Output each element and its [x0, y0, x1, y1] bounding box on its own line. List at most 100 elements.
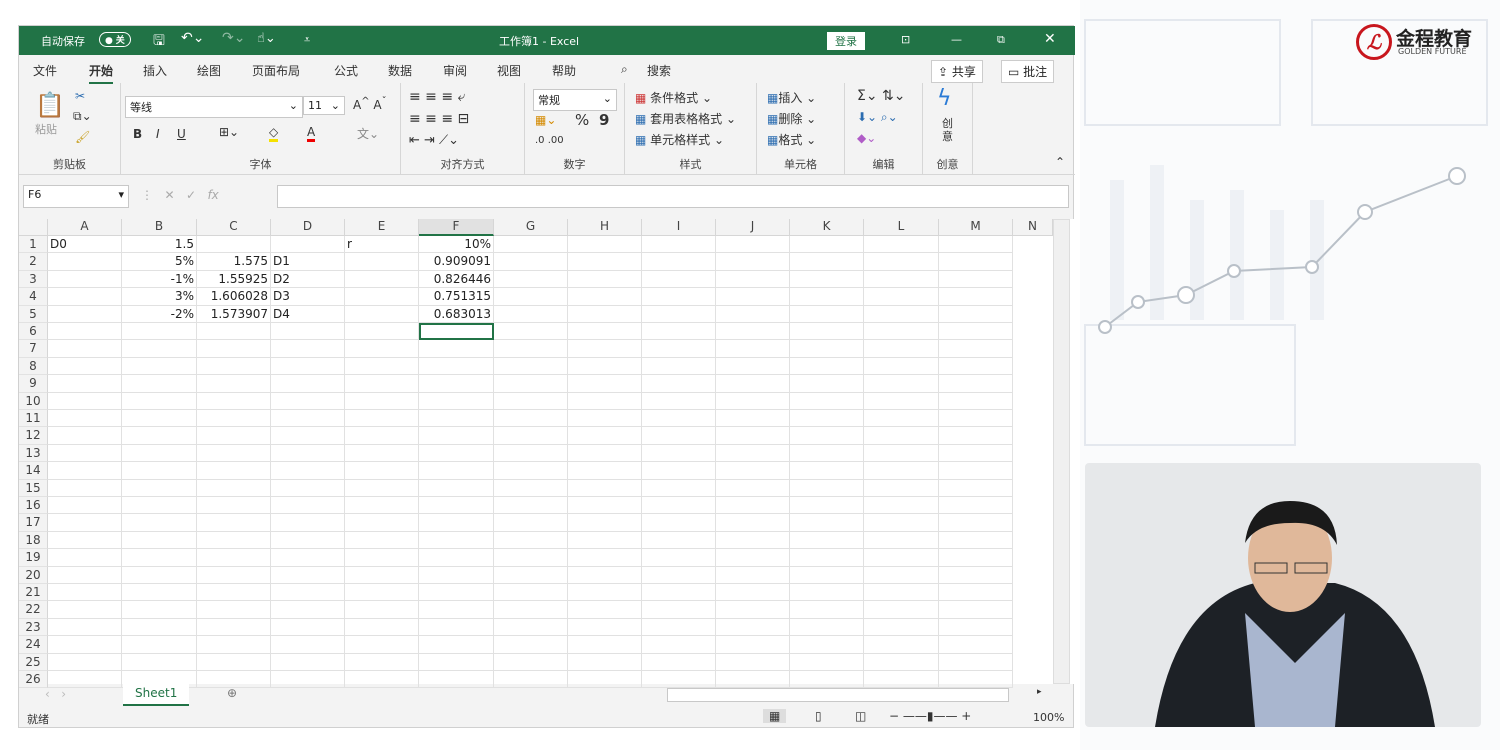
cell[interactable] — [568, 236, 642, 254]
cell[interactable] — [48, 636, 122, 654]
cell[interactable] — [642, 288, 716, 306]
cell[interactable] — [197, 236, 271, 254]
bold-button[interactable]: B — [133, 127, 142, 141]
cell[interactable] — [48, 444, 122, 463]
cell[interactable] — [790, 340, 864, 358]
cell[interactable] — [419, 601, 494, 619]
cell[interactable] — [642, 305, 716, 323]
cell[interactable] — [864, 392, 939, 410]
delete-cells-button[interactable]: ▦删除 ⌄ — [767, 110, 816, 127]
column-header[interactable]: C — [197, 219, 271, 236]
cell[interactable]: 1.606028 — [197, 288, 271, 306]
cell[interactable] — [939, 253, 1013, 271]
row-header[interactable]: 25 — [19, 653, 48, 671]
column-header[interactable]: B — [122, 219, 197, 236]
ideas-button[interactable]: 创意 — [942, 117, 954, 143]
cell[interactable]: -2% — [122, 305, 197, 323]
cell[interactable] — [419, 653, 494, 671]
cell[interactable] — [122, 323, 197, 341]
cell[interactable] — [568, 653, 642, 671]
cell[interactable] — [642, 531, 716, 550]
cell[interactable] — [939, 305, 1013, 323]
cell[interactable] — [494, 636, 568, 654]
cell[interactable] — [568, 375, 642, 393]
cell[interactable] — [939, 653, 1013, 671]
cell[interactable]: 1.575 — [197, 253, 271, 271]
increase-font-icon[interactable]: A^ Aˇ — [353, 96, 387, 112]
cell[interactable] — [864, 497, 939, 515]
cell[interactable] — [271, 636, 345, 654]
cell[interactable] — [494, 497, 568, 515]
cell[interactable] — [494, 531, 568, 550]
cell[interactable] — [864, 253, 939, 271]
tab-page-layout[interactable]: 页面布局 — [252, 62, 300, 79]
row-header[interactable]: 5 — [19, 305, 48, 323]
cell[interactable] — [271, 340, 345, 358]
cell[interactable] — [642, 479, 716, 497]
cell[interactable] — [568, 462, 642, 480]
cell[interactable] — [419, 479, 494, 497]
cell[interactable] — [864, 323, 939, 341]
cell[interactable] — [271, 497, 345, 515]
cell[interactable] — [494, 236, 568, 254]
cell[interactable] — [716, 636, 790, 654]
cell[interactable] — [271, 479, 345, 497]
sheet-tab[interactable]: Sheet1 — [123, 684, 190, 706]
cell[interactable] — [790, 375, 864, 393]
cell[interactable] — [48, 357, 122, 376]
cell[interactable] — [716, 549, 790, 567]
decimal-icons[interactable]: .0 .00 — [535, 135, 564, 146]
cell[interactable] — [345, 479, 419, 497]
cell[interactable] — [568, 253, 642, 271]
cell[interactable] — [642, 340, 716, 358]
cell[interactable] — [271, 375, 345, 393]
cell[interactable] — [864, 410, 939, 428]
cell[interactable] — [197, 392, 271, 410]
cell[interactable] — [197, 444, 271, 463]
cell[interactable] — [716, 618, 790, 637]
cell[interactable] — [790, 566, 864, 584]
tab-file[interactable]: 文件 — [33, 62, 57, 79]
cell[interactable] — [122, 462, 197, 480]
cell[interactable] — [122, 584, 197, 602]
cell[interactable] — [568, 340, 642, 358]
column-header[interactable]: E — [345, 219, 419, 236]
cell[interactable] — [939, 323, 1013, 341]
cell[interactable] — [864, 236, 939, 254]
cell[interactable] — [345, 531, 419, 550]
cell[interactable] — [345, 584, 419, 602]
number-format-select[interactable]: 常规 ⌄ — [533, 89, 617, 111]
row-header[interactable]: 17 — [19, 514, 48, 532]
fill-icon[interactable]: ⬇⌄ ⌕⌄ — [857, 110, 898, 125]
cell[interactable]: D4 — [271, 305, 345, 323]
cell[interactable]: 0.826446 — [419, 270, 494, 289]
zoom-level[interactable]: 100% — [1033, 711, 1064, 724]
row-header[interactable]: 18 — [19, 531, 48, 550]
cell[interactable] — [48, 392, 122, 410]
cell[interactable] — [419, 584, 494, 602]
minimize-icon[interactable]: — — [951, 33, 962, 46]
cell[interactable] — [48, 323, 122, 341]
column-header[interactable]: G — [494, 219, 568, 236]
cell[interactable] — [419, 357, 494, 376]
cell[interactable]: 3% — [122, 288, 197, 306]
row-header[interactable]: 13 — [19, 444, 48, 463]
insert-cells-button[interactable]: ▦插入 ⌄ — [767, 89, 816, 106]
cell[interactable] — [939, 566, 1013, 584]
ideas-icon[interactable]: ϟ — [937, 86, 952, 111]
cell[interactable] — [48, 479, 122, 497]
cell[interactable] — [494, 479, 568, 497]
cell[interactable] — [48, 270, 122, 289]
cell[interactable] — [419, 618, 494, 637]
cell[interactable] — [939, 497, 1013, 515]
cell[interactable] — [345, 549, 419, 567]
cell[interactable] — [716, 410, 790, 428]
cell[interactable] — [494, 584, 568, 602]
column-header[interactable]: H — [568, 219, 642, 236]
paste-button[interactable]: 粘贴 — [35, 121, 57, 137]
cell[interactable] — [939, 288, 1013, 306]
cell[interactable] — [716, 584, 790, 602]
cell[interactable] — [642, 566, 716, 584]
cell[interactable] — [494, 340, 568, 358]
cell[interactable] — [790, 392, 864, 410]
